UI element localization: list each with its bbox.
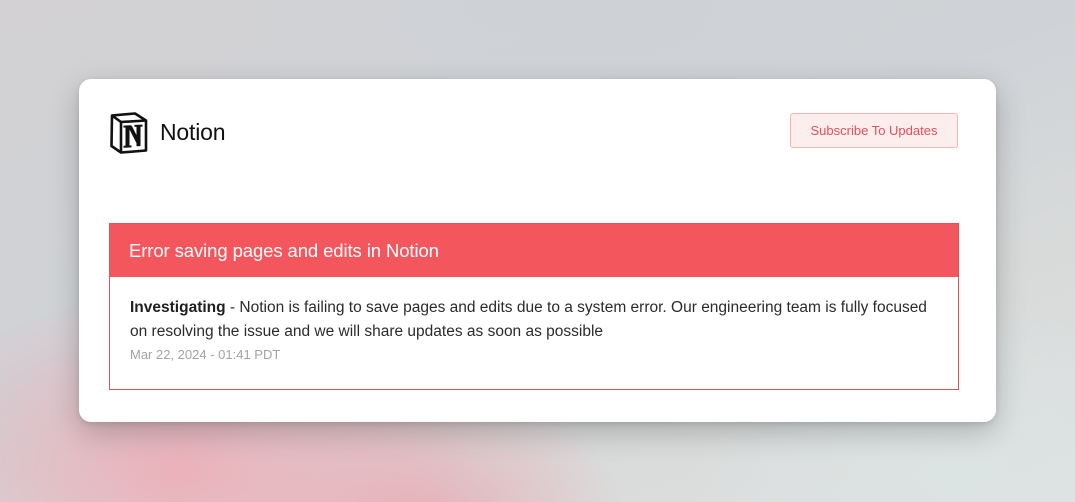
update-status: Investigating [130,299,226,316]
status-card: Notion Subscribe To Updates Error saving… [79,79,996,422]
incident-title[interactable]: Error saving pages and edits in Notion [129,240,439,262]
incident-panel: Error saving pages and edits in Notion I… [109,223,959,390]
brand-name: Notion [160,118,226,145]
update-text: Investigating - Notion is failing to sav… [130,296,938,344]
incident-header[interactable]: Error saving pages and edits in Notion [110,224,958,277]
incident-update: Investigating - Notion is failing to sav… [110,277,958,362]
update-timestamp: Mar 22, 2024 - 01:41 PDT [130,347,281,362]
update-separator: - [225,299,240,316]
update-message: Notion is failing to save pages and edit… [130,299,927,340]
subscribe-button[interactable]: Subscribe To Updates [790,113,958,148]
notion-logo-icon [110,112,148,154]
brand-logo[interactable]: Notion [108,110,225,154]
